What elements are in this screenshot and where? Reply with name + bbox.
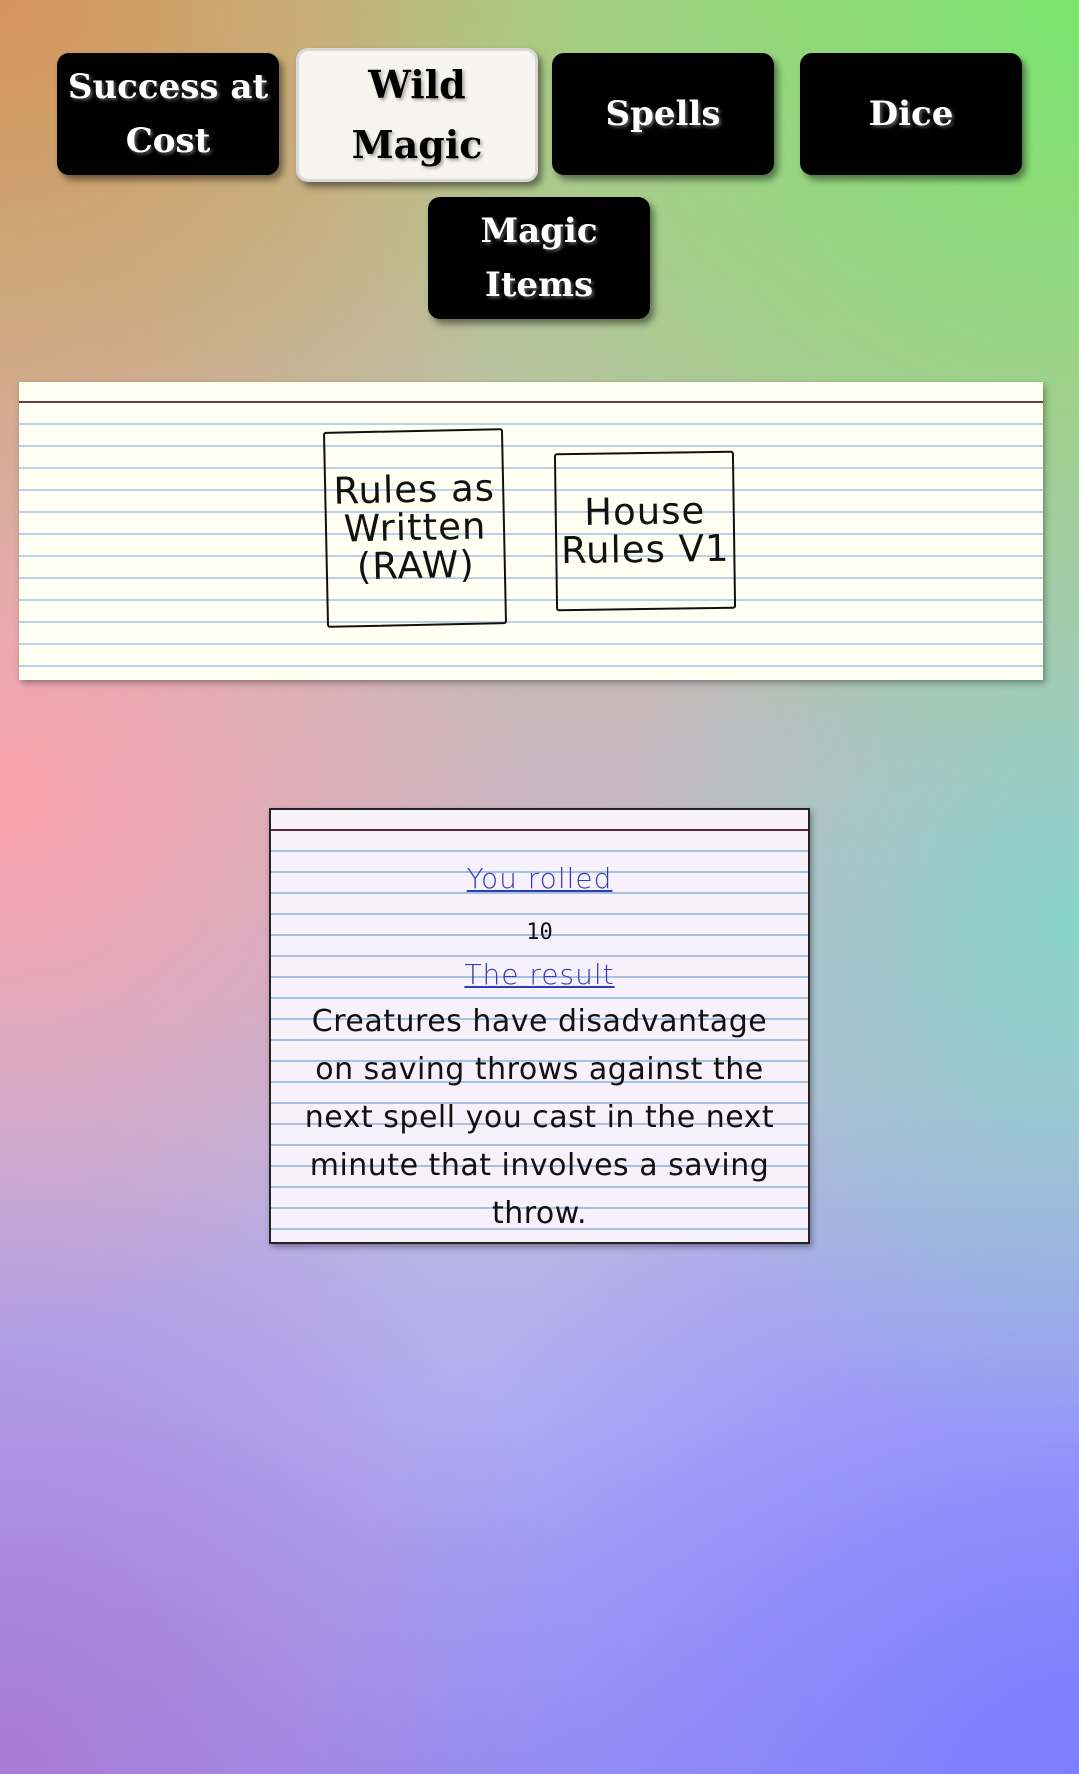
tab-label: Wild [368,62,466,107]
result-label: The result [464,958,615,991]
tab-magic-items[interactable]: Magic Items [428,197,650,319]
tab-label: Dice [868,94,954,134]
result-label-row: The result [271,958,808,991]
tab-label: Cost [125,121,211,161]
result-text: Creatures have disadvantage on saving th… [304,1004,775,1231]
rolled-value-row: 10 [271,920,808,945]
result-card: You rolled 10 The result Creatures have … [269,808,810,1244]
tab-label: Items [484,265,594,305]
tab-label: Success at [67,67,269,107]
tab-spells[interactable]: Spells [552,53,774,175]
tab-label: Spells [605,94,721,134]
rolled-label: You rolled [466,862,613,895]
tab-success-at-cost[interactable]: Success at Cost [57,53,279,175]
rolled-label-row: You rolled [271,862,808,895]
tab-label: Magic [351,122,483,167]
mode-selection-card: Rules as Written (RAW) House Rules V1 [19,382,1043,680]
rules-as-written-button[interactable]: Rules as Written (RAW) [322,428,508,628]
tab-label: Magic [480,211,598,251]
mode-label: Rules V1 [560,526,730,573]
mode-label: House [583,489,706,534]
house-rules-v1-button[interactable]: House Rules V1 [553,450,737,612]
rolled-value: 10 [526,920,553,945]
tab-dice[interactable]: Dice [800,53,1022,175]
mode-label: (RAW) [356,542,476,589]
tab-wild-magic[interactable]: Wild Magic [296,48,538,182]
